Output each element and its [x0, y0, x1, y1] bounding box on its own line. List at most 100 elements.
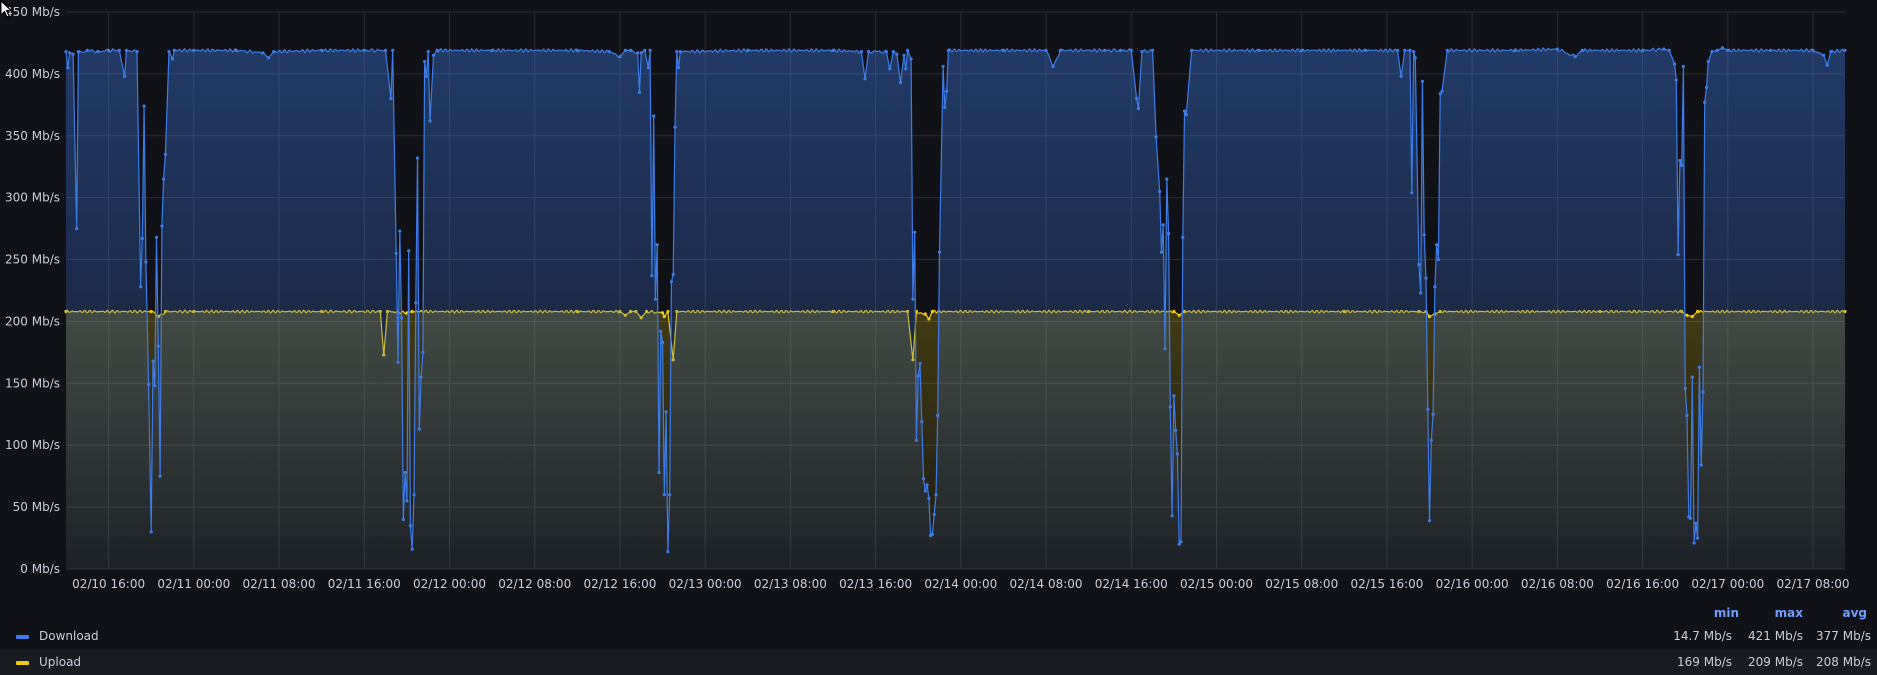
download-point	[895, 52, 899, 56]
download-point	[1403, 48, 1407, 53]
x-tick-label: 02/15 08:00	[1265, 577, 1338, 591]
download-point	[391, 48, 395, 53]
download-point	[1190, 48, 1194, 53]
download-point	[1662, 47, 1666, 51]
download-point	[1412, 50, 1416, 54]
y-tick-label: 0 Mb/s	[20, 562, 60, 576]
download-point	[657, 470, 661, 475]
x-tick-label: 02/15 00:00	[1180, 577, 1253, 591]
series-layer	[64, 46, 1847, 569]
upload-color-swatch	[16, 661, 29, 665]
download-point	[1422, 233, 1426, 237]
download-point	[1694, 521, 1698, 525]
download-point	[1680, 163, 1684, 168]
download-point	[921, 477, 926, 481]
download-point	[946, 48, 951, 53]
legend-series-name[interactable]: Download	[39, 629, 99, 643]
legend-row-download[interactable]: Download 14.7 Mb/s 421 Mb/s 377 Mb/s	[0, 623, 1877, 649]
download-point	[1408, 48, 1412, 53]
download-point	[75, 227, 79, 231]
download-point	[160, 224, 164, 228]
download-point	[666, 550, 670, 554]
download-point	[1433, 285, 1437, 289]
download-point	[648, 48, 652, 53]
download-point	[1431, 412, 1435, 416]
download-point	[1704, 85, 1709, 90]
x-tick-label: 02/17 08:00	[1777, 577, 1850, 591]
download-point	[398, 229, 402, 233]
download-point	[636, 51, 640, 55]
download-point	[746, 48, 750, 53]
download-point	[1811, 48, 1815, 53]
download-point	[923, 489, 927, 493]
x-tick-label: 02/13 08:00	[754, 577, 827, 591]
upload-point	[666, 309, 670, 314]
download-point	[1696, 536, 1700, 540]
download-point	[153, 384, 157, 388]
download-point	[1715, 48, 1719, 53]
upload-point	[149, 309, 153, 314]
legend-header-avg[interactable]: avg	[1842, 606, 1867, 620]
download-point	[1158, 189, 1162, 194]
download-point	[362, 48, 366, 53]
download-point	[575, 48, 579, 53]
download-point	[859, 50, 864, 54]
download-point	[904, 67, 908, 71]
download-point	[76, 50, 80, 54]
download-point	[154, 235, 159, 239]
x-tick-label: 02/16 08:00	[1521, 577, 1594, 591]
download-point	[927, 496, 931, 500]
download-point	[1435, 243, 1439, 247]
x-tick-label: 02/10 16:00	[72, 577, 145, 591]
download-point	[1154, 135, 1158, 139]
download-point	[412, 493, 416, 497]
x-tick-label: 02/15 16:00	[1350, 577, 1423, 591]
x-tick-label: 02/14 08:00	[1010, 577, 1083, 591]
download-point	[1419, 291, 1423, 295]
download-point	[1697, 365, 1701, 369]
download-point	[71, 52, 75, 56]
download-point	[396, 360, 400, 364]
legend-series-name[interactable]: Upload	[39, 655, 81, 669]
x-tick-label: 02/16 00:00	[1436, 577, 1509, 591]
download-point	[403, 470, 407, 475]
download-point	[320, 48, 324, 53]
download-point	[1706, 59, 1710, 64]
download-point	[156, 344, 160, 348]
download-point	[423, 59, 427, 64]
upload-avg: 208 Mb/s	[1816, 655, 1871, 669]
legend-row-upload[interactable]: Upload 169 Mb/s 209 Mb/s 208 Mb/s	[0, 649, 1877, 675]
download-point	[394, 251, 398, 255]
download-point	[384, 48, 388, 53]
x-tick-label: 02/11 16:00	[328, 577, 401, 591]
download-point	[135, 50, 139, 54]
download-point	[490, 48, 494, 53]
download-point	[936, 413, 940, 418]
legend-header-max[interactable]: max	[1775, 606, 1803, 620]
legend-header-min[interactable]: min	[1714, 606, 1739, 620]
download-point	[1555, 47, 1559, 51]
download-point	[831, 48, 835, 53]
download-point	[618, 55, 622, 59]
mouse-cursor-icon	[0, 0, 13, 18]
download-point	[1136, 106, 1140, 111]
download-point	[1175, 452, 1179, 456]
download-point	[934, 493, 938, 497]
download-point	[1641, 48, 1645, 53]
download-point	[1051, 64, 1055, 69]
x-tick-label: 02/14 00:00	[924, 577, 997, 591]
download-point	[1678, 158, 1682, 163]
download-point	[1720, 46, 1725, 50]
download-point	[124, 48, 128, 53]
download-point	[1181, 235, 1185, 239]
download-point	[147, 383, 151, 387]
legend-header: min max avg	[1667, 606, 1867, 624]
download-point	[1580, 48, 1584, 53]
download-point	[1417, 262, 1421, 267]
download-point	[661, 340, 665, 345]
download-point	[650, 274, 654, 278]
download-point	[1843, 48, 1847, 53]
download-point	[1179, 540, 1183, 544]
download-point	[1710, 50, 1714, 54]
download-point	[913, 230, 917, 234]
